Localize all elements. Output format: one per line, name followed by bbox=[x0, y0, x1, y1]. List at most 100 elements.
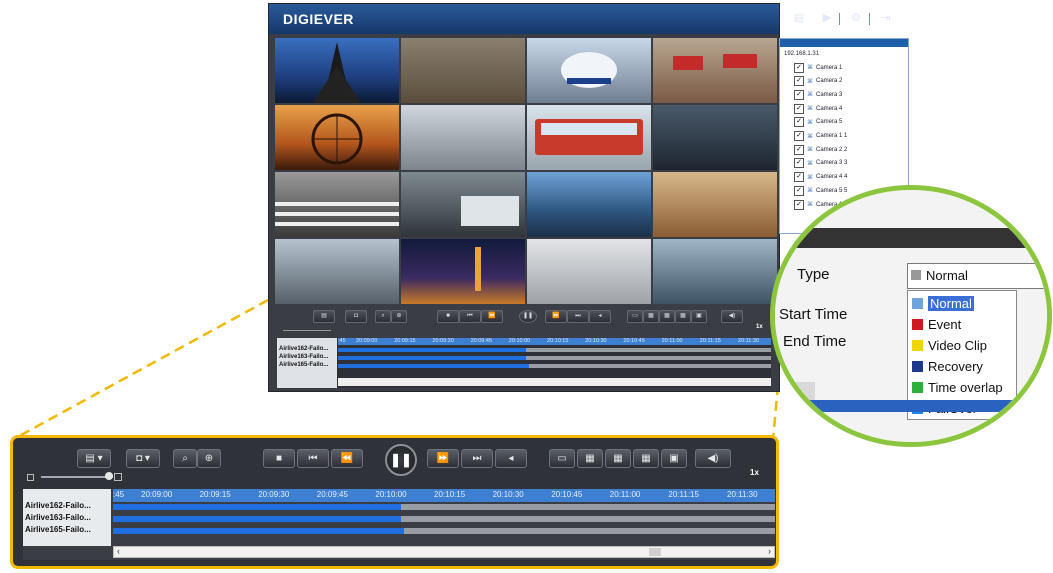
camera-tile[interactable] bbox=[653, 105, 777, 170]
camera-checkbox[interactable]: ✓ bbox=[794, 144, 804, 155]
camera-tile[interactable] bbox=[653, 172, 777, 237]
camera-list-item[interactable]: ✓ ⌘ Camera 2 2 bbox=[794, 143, 906, 156]
camera-tile[interactable] bbox=[401, 172, 525, 237]
logout-icon[interactable]: ⇥ bbox=[879, 12, 893, 24]
camera-list-item[interactable]: ✓ ⌘ Camera 2 bbox=[794, 75, 906, 88]
step-back-button[interactable]: ◂ bbox=[589, 310, 611, 323]
camera-tile[interactable] bbox=[275, 239, 399, 304]
camera-checkbox[interactable]: ✓ bbox=[794, 158, 804, 169]
channel-label: Airlive162-Failo... bbox=[279, 346, 329, 352]
export-button[interactable]: ▣ bbox=[691, 310, 707, 323]
prev-frame-button[interactable]: ⏮ bbox=[297, 449, 329, 468]
camera-tile[interactable] bbox=[401, 105, 525, 170]
time-ruler[interactable]: :45 20:09:00 20:09:15 20:09:30 20:09:45 20:10… bbox=[338, 338, 771, 345]
camera-checkbox[interactable]: ✓ bbox=[794, 62, 804, 73]
display-layout-icon[interactable]: ▤ bbox=[792, 12, 806, 24]
camera-tile[interactable] bbox=[527, 172, 651, 237]
fast-forward-button[interactable]: ⏩ bbox=[545, 310, 567, 323]
channel-track[interactable] bbox=[113, 504, 775, 510]
layout-4-button[interactable]: ▦ bbox=[643, 310, 659, 323]
zoom-in-button[interactable]: ⊕ bbox=[391, 310, 407, 323]
timeline-scrollbar[interactable]: ‹ › bbox=[113, 546, 775, 558]
camera-checkbox[interactable]: ✓ bbox=[794, 76, 804, 87]
time-ruler[interactable]: :45 20:09:00 20:09:15 20:09:30 20:09:45 20:10… bbox=[113, 489, 775, 502]
channel-label: Airlive165-Failo... bbox=[279, 362, 329, 368]
channel-track[interactable] bbox=[113, 528, 775, 534]
volume-button[interactable]: ◀) bbox=[721, 310, 743, 323]
rewind-button[interactable]: ⏪ bbox=[481, 310, 503, 323]
layout-9-button[interactable]: ▦ bbox=[605, 449, 631, 468]
stop-button[interactable]: ■ bbox=[437, 310, 459, 323]
rewind-button[interactable]: ⏪ bbox=[331, 449, 363, 468]
channel-track[interactable] bbox=[338, 348, 771, 352]
speed-slider-handle[interactable] bbox=[105, 472, 113, 480]
camera-tile[interactable] bbox=[527, 239, 651, 304]
type-option[interactable]: Normal bbox=[912, 293, 974, 313]
stop-button[interactable]: ■ bbox=[263, 449, 295, 468]
layout-16-button[interactable]: ▦ bbox=[633, 449, 659, 468]
channel-track[interactable] bbox=[338, 356, 771, 360]
camera-list-item[interactable]: ✓ ⌘ Camera 3 3 bbox=[794, 157, 906, 170]
camera-list-item[interactable]: ✓ ⌘ Camera 1 bbox=[794, 61, 906, 74]
camera-tile[interactable] bbox=[275, 172, 399, 237]
camera-tile[interactable] bbox=[653, 38, 777, 103]
camera-list-item[interactable]: ✓ ⌘ Camera 4 bbox=[794, 102, 906, 115]
zoom-out-button[interactable]: ⌕ bbox=[173, 449, 197, 468]
snapshot-button[interactable]: ◘ ▾ bbox=[126, 449, 160, 468]
layout-4-button[interactable]: ▦ bbox=[577, 449, 603, 468]
type-option[interactable]: Event bbox=[912, 314, 961, 334]
type-option[interactable]: Video Clip bbox=[912, 335, 987, 355]
camera-tile[interactable] bbox=[275, 38, 399, 103]
camera-checkbox[interactable]: ✓ bbox=[794, 131, 804, 141]
next-frame-button[interactable]: ⏭ bbox=[461, 449, 493, 468]
snapshot-button[interactable]: ◘ bbox=[345, 310, 367, 323]
camera-list-item[interactable]: ✓ ⌘ Camera 1 1 bbox=[794, 130, 906, 143]
scroll-right-icon[interactable]: › bbox=[768, 546, 771, 556]
camera-tile[interactable] bbox=[275, 105, 399, 170]
camera-checkbox[interactable]: ✓ bbox=[794, 103, 804, 114]
channel-track[interactable] bbox=[338, 364, 771, 368]
playback-controls-small: ▤ ◘ ⌕ ⊕ ■ ⏮ ⏪ ❚❚ ⏩ ⏭ ◂ ▭ ▦ ▦ ▦ ▣ ◀) bbox=[275, 308, 775, 324]
camera-tile[interactable] bbox=[527, 105, 651, 170]
camera-checkbox[interactable]: ✓ bbox=[794, 172, 804, 183]
export-button[interactable]: ▣ bbox=[661, 449, 687, 468]
zoom-in-button[interactable]: ⊕ bbox=[197, 449, 221, 468]
timeline-scrollbar[interactable] bbox=[338, 378, 771, 386]
camera-list-item[interactable]: ✓ ⌘ Camera 5 bbox=[794, 116, 906, 129]
type-option[interactable]: Time overlap bbox=[912, 377, 1003, 397]
scroll-left-icon[interactable]: ‹ bbox=[117, 546, 120, 556]
type-option[interactable]: Recovery bbox=[912, 356, 983, 376]
layout-button[interactable]: ▤ bbox=[313, 310, 335, 323]
camera-list-item[interactable]: ✓ ⌘ Camera 3 bbox=[794, 88, 906, 101]
camera-tile[interactable] bbox=[653, 239, 777, 304]
layout-16-button[interactable]: ▦ bbox=[675, 310, 691, 323]
playback-icon[interactable]: ▶ bbox=[820, 12, 834, 24]
step-back-button[interactable]: ◂ bbox=[495, 449, 527, 468]
pause-button[interactable]: ❚❚ bbox=[519, 310, 537, 323]
time-tick-label: :45 bbox=[113, 490, 125, 499]
camera-tile[interactable] bbox=[401, 38, 525, 103]
next-frame-button[interactable]: ⏭ bbox=[567, 310, 589, 323]
channel-track[interactable] bbox=[113, 516, 775, 522]
type-select[interactable]: Normal bbox=[907, 263, 1047, 289]
time-tick-label: 20:10:00 bbox=[375, 490, 407, 499]
camera-checkbox[interactable]: ✓ bbox=[794, 89, 804, 100]
speed-slider-small[interactable] bbox=[283, 330, 331, 331]
volume-button[interactable]: ◀) bbox=[695, 449, 731, 468]
layout-1-button[interactable]: ▭ bbox=[549, 449, 575, 468]
time-tick-label: 20:10:15 bbox=[547, 338, 569, 344]
camera-tile[interactable] bbox=[401, 239, 525, 304]
camera-tile[interactable] bbox=[527, 38, 651, 103]
layout-1-button[interactable]: ▭ bbox=[627, 310, 643, 323]
camera-list-item[interactable]: ✓ ⌘ Camera 4 4 bbox=[794, 171, 906, 184]
layout-button[interactable]: ▤ ▾ bbox=[77, 449, 111, 468]
fast-forward-button[interactable]: ⏩ bbox=[427, 449, 459, 468]
layout-9-button[interactable]: ▦ bbox=[659, 310, 675, 323]
pause-button[interactable]: ❚❚ bbox=[385, 444, 417, 476]
scrollbar-thumb[interactable] bbox=[649, 548, 661, 556]
prev-frame-button[interactable]: ⏮ bbox=[459, 310, 481, 323]
zoom-out-button[interactable]: ⌕ bbox=[375, 310, 391, 323]
settings-icon[interactable]: ⚙ bbox=[849, 12, 863, 24]
camera-checkbox[interactable]: ✓ bbox=[794, 117, 804, 128]
speed-slider[interactable] bbox=[41, 476, 113, 478]
